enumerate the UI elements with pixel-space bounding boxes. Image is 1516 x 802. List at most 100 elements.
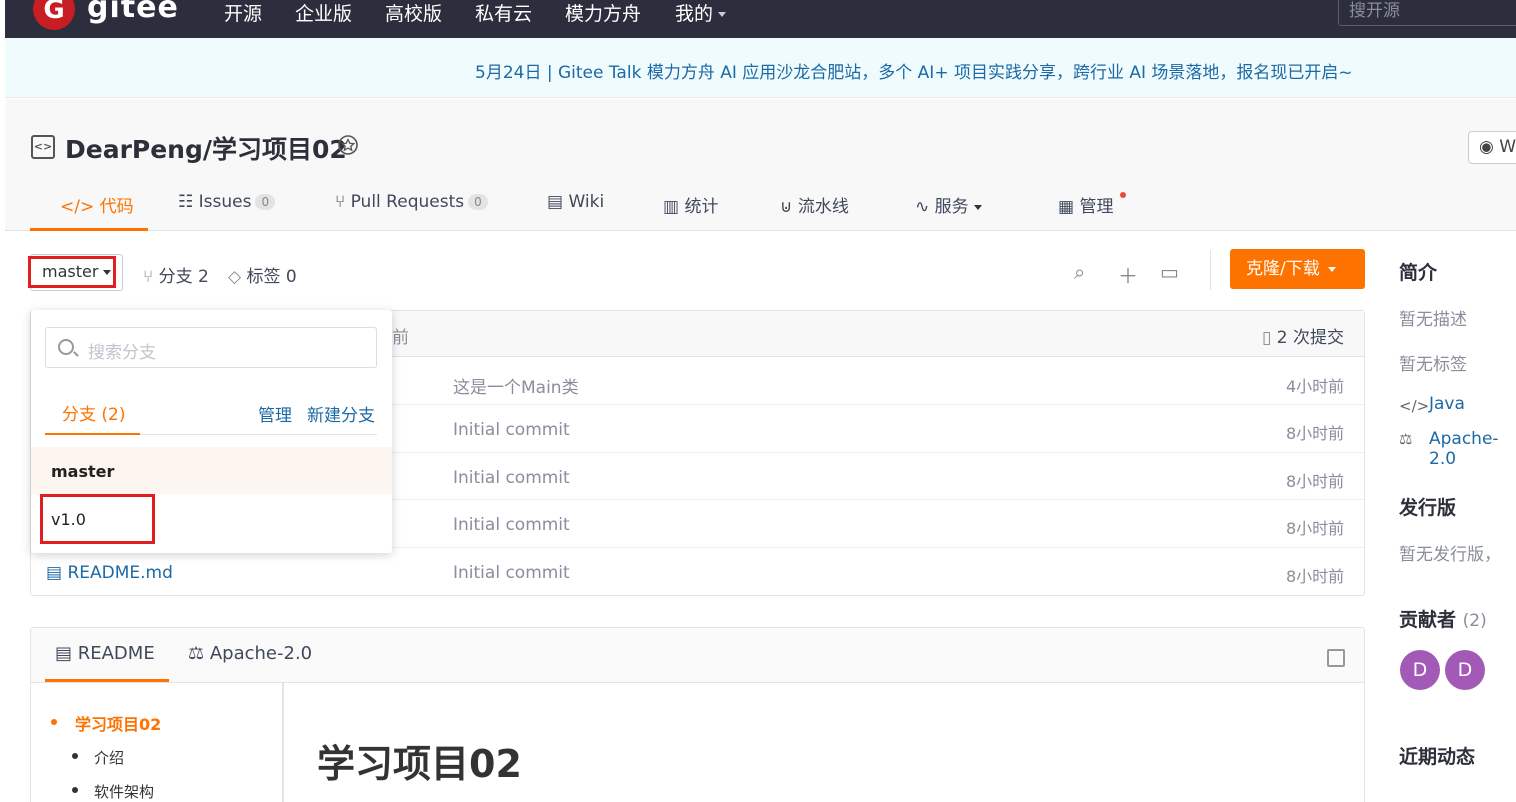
watch-label: W [1499, 137, 1516, 157]
edit-icon[interactable] [1327, 649, 1345, 667]
current-branch-label: master [42, 262, 99, 281]
nav-ai-platform[interactable]: 模力方舟 [565, 0, 641, 26]
branch-select-highlight[interactable]: master [28, 256, 116, 288]
scale-icon: ⚖ [1399, 430, 1413, 448]
commits-count: 2 次提交 [1276, 328, 1344, 348]
tags-link[interactable]: ◇ 标签 0 [228, 262, 297, 287]
nav-private-cloud[interactable]: 私有云 [475, 0, 532, 26]
global-search-input[interactable]: 搜开源 [1338, 0, 1516, 26]
tab-manage-label: 管理 [1079, 197, 1114, 217]
tab-wiki-label: Wiki [568, 192, 605, 212]
tab-pulls-label: Pull Requests [350, 192, 465, 212]
add-icon[interactable]: ＋ [1118, 260, 1138, 289]
tab-services-label: 服务 [934, 197, 969, 217]
code-repo-icon: <> [31, 135, 55, 159]
tab-issues-label: Issues [198, 192, 252, 212]
new-branch-link[interactable]: 新建分支 [307, 401, 375, 426]
branch-tab-indicator [45, 433, 140, 435]
search-icon [58, 339, 74, 355]
commits-icon: ▯ [1262, 328, 1277, 348]
active-tab-indicator [30, 228, 148, 231]
tab-pipeline[interactable]: ⊍ 流水线 [780, 192, 849, 232]
project-title[interactable]: DearPeng/学习项目02 [65, 130, 347, 166]
tab-services[interactable]: ∿ 服务 [915, 192, 982, 232]
watch-button[interactable]: ◉ W [1468, 131, 1516, 164]
commit-message[interactable]: Initial commit [453, 468, 570, 488]
clone-download-button[interactable]: 克隆/下载 [1230, 249, 1365, 289]
clone-label: 克隆/下载 [1246, 259, 1320, 279]
commit-time: 8小时前 [1286, 567, 1345, 586]
commit-time: 8小时前 [1286, 472, 1345, 491]
nav-mine-label: 我的 [675, 3, 714, 25]
tab-license[interactable]: ⚖ Apache-2.0 [188, 643, 312, 664]
sidebar-release-title: 发行版 [1399, 497, 1457, 519]
nav-enterprise[interactable]: 企业版 [295, 0, 352, 26]
toc-bullet [72, 787, 78, 793]
file-readme-link[interactable]: ▤ README.md [46, 563, 173, 583]
toc-item[interactable]: 介绍 [94, 747, 124, 768]
search-icon[interactable]: ⌕ [1074, 260, 1085, 284]
contributors-label: 贡献者 [1399, 609, 1457, 631]
commit-message[interactable]: Initial commit [453, 420, 570, 440]
nav-mine[interactable]: 我的 [675, 0, 727, 26]
language-link[interactable]: Java [1429, 394, 1465, 414]
toc-bullet [51, 719, 57, 725]
manage-doc-icon: ▦ [1058, 197, 1080, 217]
tab-pull-requests[interactable]: ⑂ Pull Requests 0 [335, 192, 488, 232]
commit-message[interactable]: Initial commit [453, 515, 570, 535]
commits-link[interactable]: ▯ 2 次提交 [1262, 323, 1344, 348]
tab-manage[interactable]: ▦ 管理 [1058, 192, 1113, 232]
notification-dot [1120, 192, 1126, 198]
tab-readme[interactable]: ▤ README [55, 643, 155, 664]
pulls-count-badge: 0 [468, 194, 488, 210]
nav-education[interactable]: 高校版 [385, 0, 442, 26]
tab-license-label: Apache-2.0 [209, 643, 313, 664]
gitee-logo-text[interactable]: gitee [87, 0, 179, 25]
toc-divider [282, 683, 284, 802]
chevron-down-icon [973, 204, 982, 210]
readme-file-icon: ▤ [46, 563, 68, 583]
chevron-down-icon [718, 12, 727, 17]
tab-code[interactable]: </> 代码 [60, 192, 134, 232]
tab-issues[interactable]: ☷ Issues 0 [178, 192, 276, 232]
manage-branches-link[interactable]: 管理 [258, 401, 292, 426]
commit-time: 4小时前 [1286, 377, 1345, 396]
branch-tab[interactable]: 分支 (2) [62, 400, 125, 425]
commit-message[interactable]: Initial commit [453, 563, 570, 583]
toc-item-active[interactable]: 学习项目02 [75, 711, 161, 735]
no-release-text: 暂无发行版， [1399, 545, 1501, 565]
tab-wiki[interactable]: ▤ Wiki [547, 192, 604, 232]
readme-doc-icon: ▤ [55, 643, 78, 664]
no-tags-text: 暂无标签 [1399, 355, 1467, 375]
banner-link[interactable]: 5月24日 | Gitee Talk 模力方舟 AI 应用沙龙合肥站，多个 AI… [475, 58, 1353, 83]
no-description-text: 暂无描述 [1399, 310, 1467, 330]
commit-message[interactable]: 这是一个Main类 [453, 373, 579, 398]
dropdown-divider [140, 434, 377, 435]
pull-request-icon: ⑂ [335, 192, 351, 212]
branches-link[interactable]: ⑂ 分支 2 [143, 262, 209, 287]
tags-count: 标签 0 [246, 267, 297, 287]
tab-stats[interactable]: ▥ 统计 [663, 192, 718, 232]
file-name: README.md [67, 563, 173, 583]
branches-count: 分支 2 [158, 267, 209, 287]
branch-option-v1[interactable]: v1.0 [40, 494, 155, 544]
pipeline-icon: ⊍ [780, 197, 798, 217]
issues-count-badge: 0 [255, 194, 276, 210]
readme-heading: 学习项目02 [317, 742, 522, 786]
web-ide-icon[interactable]: ▭ [1160, 260, 1179, 284]
avatar[interactable]: D [1400, 650, 1440, 690]
sidebar-intro-title: 简介 [1399, 262, 1438, 284]
eye-icon: ◉ [1479, 137, 1500, 157]
avatar[interactable]: D [1445, 650, 1485, 690]
chevron-down-icon [103, 270, 112, 275]
toc-bullet [72, 753, 78, 759]
tab-code-label: 代码 [99, 197, 134, 217]
branch-option-label: master [51, 462, 115, 481]
toc-item[interactable]: 软件架构 [94, 781, 154, 802]
wiki-book-icon: ▤ [547, 192, 569, 212]
nav-open-source[interactable]: 开源 [224, 0, 262, 26]
award-badge-icon[interactable] [336, 134, 360, 160]
tab-pipeline-label: 流水线 [797, 197, 849, 217]
last-commit-time: 前 [392, 328, 409, 348]
license-link[interactable]: Apache-2.0 [1429, 429, 1516, 469]
